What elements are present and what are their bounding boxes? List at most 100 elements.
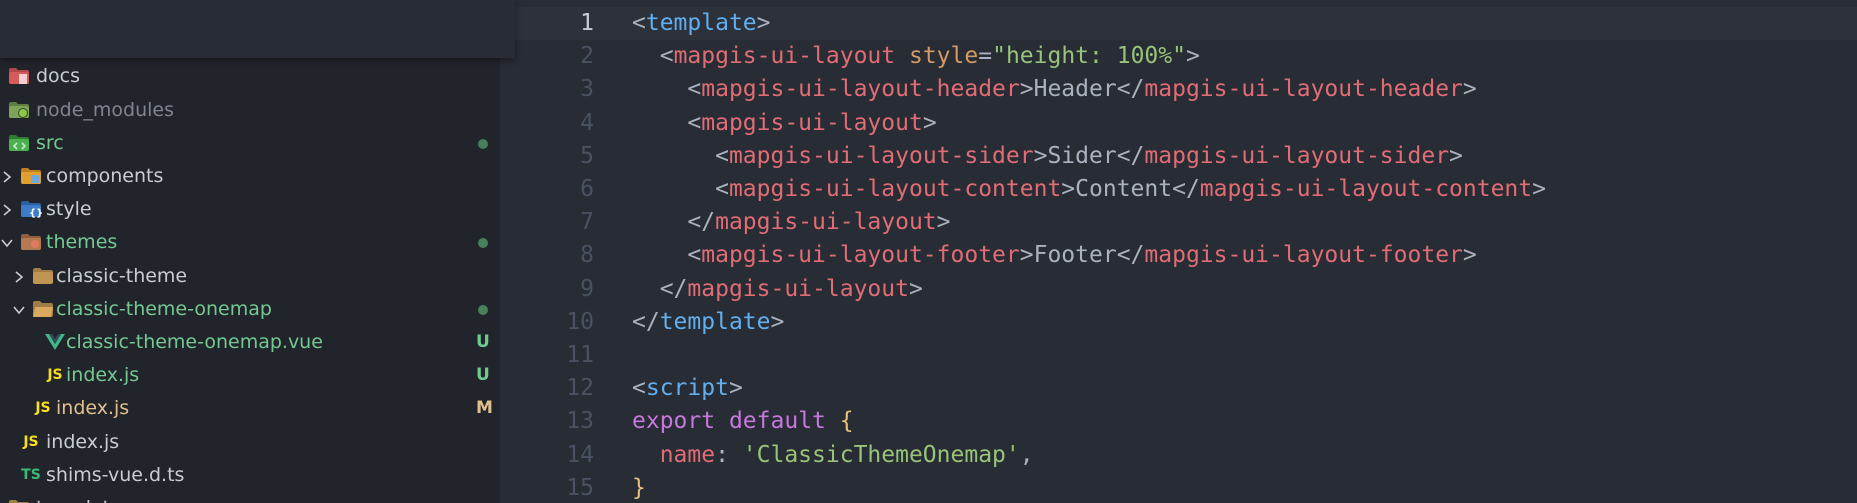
tree-item[interactable]: docs [0, 60, 500, 93]
folder-components-icon [20, 166, 42, 186]
code-token: > [1033, 142, 1048, 169]
git-status-badge: U [476, 332, 490, 352]
line-number: 10 [566, 308, 594, 335]
line-number: 3 [580, 76, 594, 103]
code-token: 'ClassicThemeOnemap' [742, 441, 1020, 468]
tree-item[interactable]: JS index.js U [0, 359, 500, 392]
tree-item[interactable]: classic-theme-onemap [0, 293, 500, 326]
tree-item-label: style [46, 198, 92, 221]
js-icon: JS [35, 400, 51, 417]
tree-item[interactable]: JS index.js M [0, 392, 500, 425]
code-line[interactable]: 1 <template> [500, 7, 1857, 40]
tree-item[interactable]: src [0, 127, 500, 160]
code-token: mapgis-ui-layout-content [728, 176, 1062, 202]
code-token: > [1019, 242, 1034, 269]
code-line[interactable]: 3 <mapgis-ui-layout-header>Header</mapgi… [500, 73, 1857, 106]
code-line[interactable]: 13 export default { [500, 405, 1857, 438]
code-token: Footer [1033, 242, 1117, 269]
code-line[interactable]: 5 <mapgis-ui-layout-sider>Sider</mapgis-… [500, 140, 1857, 173]
tree-item[interactable]: {} style [0, 193, 500, 226]
code-line[interactable]: 8 <mapgis-ui-layout-footer>Footer</mapgi… [500, 239, 1857, 272]
tree-item[interactable]: components [0, 160, 500, 193]
tree-item-label: classic-theme [56, 264, 188, 287]
tree-item-label: index.js [66, 364, 140, 387]
code-token: mapgis-ui-layout-header [701, 76, 1020, 103]
git-status-badge: U [476, 365, 490, 386]
code-token: : [715, 441, 743, 468]
code-line[interactable]: 11 [500, 339, 1857, 372]
code-token: < [715, 142, 729, 169]
line-number: 7 [580, 209, 594, 236]
code-text: <mapgis-ui-layout style="height: 100%"> [632, 40, 1200, 73]
code-token: Content [1075, 176, 1173, 202]
chevron-right-icon[interactable] [12, 270, 26, 284]
code-token: > [1462, 76, 1477, 103]
code-editor[interactable]: 1 <template> 2 <mapgis-ui-layout style="he… [500, 0, 1857, 503]
code-token: > [936, 209, 951, 236]
code-token: < [715, 176, 729, 202]
chevron-right-icon[interactable] [0, 203, 14, 217]
git-status-badge: M [476, 398, 493, 419]
code-line[interactable]: 2 <mapgis-ui-layout style="height: 100%"… [500, 40, 1857, 73]
code-line[interactable]: 14 name: 'ClassicThemeOnemap', [500, 439, 1857, 472]
code-text: </mapgis-ui-layout> [632, 273, 923, 306]
ts-icon: TS [21, 466, 41, 483]
code-line[interactable]: 10 </template> [500, 306, 1857, 339]
chevron-down-icon[interactable] [12, 303, 26, 317]
sticky-header-shadow [0, 0, 515, 58]
code-text: <mapgis-ui-layout-content>Content</mapgi… [632, 173, 1546, 206]
tree-item-label: docs [36, 65, 81, 88]
tree-item-label: template [36, 497, 122, 503]
tree-item[interactable]: template [0, 492, 500, 503]
tree-item[interactable]: classic-theme-onemap.vue U [0, 326, 500, 359]
code-text: <script> [632, 372, 743, 405]
folder-open-icon [32, 299, 54, 319]
folder-icon [8, 498, 30, 503]
line-number: 8 [580, 242, 594, 269]
code-token: < [632, 10, 646, 36]
chevron-right-icon[interactable] [0, 170, 14, 184]
code-token: > [1449, 142, 1463, 169]
tree-item[interactable]: TS shims-vue.d.ts [0, 459, 500, 492]
code-text: <mapgis-ui-layout> [632, 107, 936, 140]
code-line[interactable]: 15} [500, 472, 1857, 503]
vue-icon [44, 332, 66, 352]
line-number: 13 [566, 408, 594, 435]
code-line[interactable]: 12 <script> [500, 372, 1857, 405]
code-line[interactable]: 6 <mapgis-ui-layout-content>Content</map… [500, 173, 1857, 206]
chevron-down-icon[interactable] [0, 236, 14, 250]
code-token: </ [659, 275, 688, 302]
code-token: } [632, 474, 646, 501]
code-token: > [728, 375, 743, 402]
code-token: mapgis-ui-layout [687, 275, 909, 302]
code-token: mapgis-ui-layout-footer [701, 242, 1020, 269]
code-token: </ [1116, 242, 1145, 269]
code-token: > [1532, 176, 1546, 202]
code-token: > [1019, 76, 1034, 103]
tree-item-label: shims-vue.d.ts [46, 463, 185, 486]
tree-item[interactable]: node_modules [0, 94, 500, 127]
code-token: > [770, 308, 785, 335]
tree-item[interactable]: JS index.js [0, 426, 500, 459]
folder-style-icon: {} [20, 199, 42, 219]
tree-item[interactable]: classic-theme [0, 260, 500, 293]
line-number: 5 [580, 142, 594, 169]
code-line[interactable]: 9 </mapgis-ui-layout> [500, 273, 1857, 306]
tree-item-label: index.js [56, 397, 130, 420]
tree-item[interactable]: themes [0, 226, 500, 259]
code-token: </ [687, 209, 716, 236]
code-token: default [728, 408, 826, 435]
code-line[interactable]: 4 <mapgis-ui-layout> [500, 107, 1857, 140]
code-token: mapgis-ui-layout-footer [1144, 242, 1463, 269]
code-line[interactable]: 7 </mapgis-ui-layout> [500, 206, 1857, 239]
code-token: mapgis-ui-layout-sider [728, 142, 1034, 169]
code-token: > [1462, 242, 1477, 269]
code-token: mapgis-ui-layout [673, 43, 896, 70]
